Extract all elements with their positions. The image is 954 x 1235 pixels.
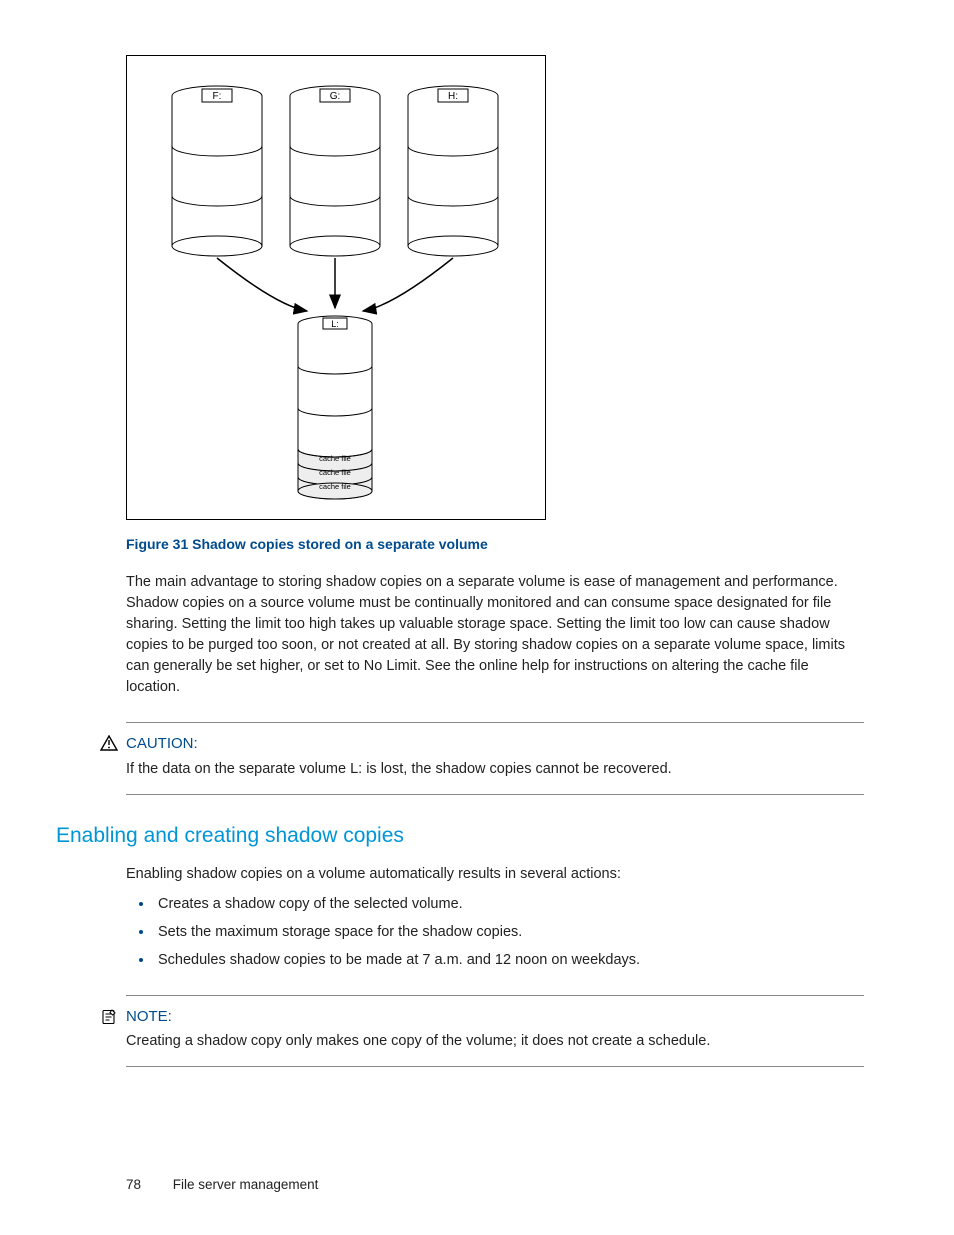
note-body: Creating a shadow copy only makes one co… bbox=[126, 1031, 864, 1052]
note-block: NOTE: Creating a shadow copy only makes … bbox=[126, 995, 864, 1068]
section-intro: Enabling shadow copies on a volume autom… bbox=[126, 864, 864, 885]
drive-f-label: F: bbox=[213, 91, 222, 102]
cache-file-label-3: cache file bbox=[319, 482, 351, 491]
list-item: Schedules shadow copies to be made at 7 … bbox=[154, 949, 864, 971]
footer-section-title: File server management bbox=[173, 1177, 319, 1192]
drive-l-label: L: bbox=[331, 319, 339, 329]
page-footer: 78 File server management bbox=[126, 1175, 318, 1195]
figure-caption: Figure 31 Shadow copies stored on a sepa… bbox=[126, 534, 864, 554]
figure-box: F: G: bbox=[126, 55, 546, 520]
caution-title: CAUTION: bbox=[126, 733, 864, 755]
caution-body: If the data on the separate volume L: is… bbox=[126, 759, 864, 780]
drive-h-label: H: bbox=[448, 91, 458, 102]
section-heading: Enabling and creating shadow copies bbox=[56, 821, 864, 851]
main-paragraph: The main advantage to storing shadow cop… bbox=[126, 572, 864, 698]
cache-file-label-2: cache file bbox=[319, 468, 351, 477]
drive-g-label: G: bbox=[330, 91, 341, 102]
note-icon bbox=[100, 1008, 118, 1026]
list-item: Creates a shadow copy of the selected vo… bbox=[154, 893, 864, 915]
list-item: Sets the maximum storage space for the s… bbox=[154, 921, 864, 943]
shadow-copy-diagram: F: G: bbox=[127, 56, 543, 517]
caution-icon bbox=[100, 735, 118, 753]
actions-list: Creates a shadow copy of the selected vo… bbox=[126, 893, 864, 971]
note-title: NOTE: bbox=[126, 1006, 864, 1028]
cache-file-label-1: cache file bbox=[319, 454, 351, 463]
caution-block: CAUTION: If the data on the separate vol… bbox=[126, 722, 864, 795]
page-number: 78 bbox=[126, 1177, 141, 1192]
